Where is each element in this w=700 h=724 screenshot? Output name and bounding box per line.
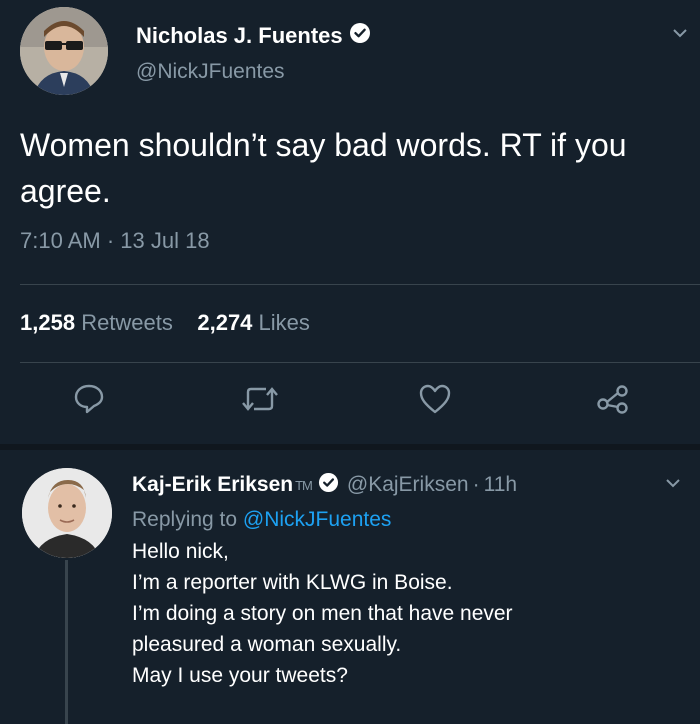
- tweet-timestamp[interactable]: 7:10 AM · 13 Jul 18: [20, 228, 210, 254]
- action-bar: [0, 382, 700, 426]
- tweet-stats: 1,258 Retweets 2,274 Likes: [20, 310, 310, 336]
- reply-icon[interactable]: [72, 382, 106, 421]
- thread-line: [65, 560, 68, 724]
- chevron-down-icon[interactable]: [672, 26, 688, 44]
- divider: [20, 362, 700, 363]
- reply-line: May I use your tweets?: [132, 664, 348, 687]
- heart-icon[interactable]: [417, 382, 453, 421]
- avatar-photo: [22, 468, 112, 558]
- reply-text: Hello nick, I’m a reporter with KLWG in …: [132, 536, 692, 691]
- reply-age[interactable]: 11h: [484, 473, 517, 497]
- verified-badge-icon: [318, 472, 339, 498]
- dot-separator: ·: [100, 228, 121, 253]
- tweet-text: Women shouldn’t say bad words. RT if you…: [20, 127, 627, 209]
- reply-author-avatar[interactable]: [22, 468, 112, 558]
- verified-badge-icon: [349, 22, 371, 49]
- trademark-mark: TM: [295, 477, 313, 493]
- replying-prefix: Replying to: [132, 508, 238, 531]
- divider: [20, 284, 700, 285]
- likes-count: 2,274: [197, 310, 253, 335]
- reply-author-name[interactable]: Kaj-Erik Eriksen: [132, 473, 293, 497]
- reply-line: I’m doing a story on men that have never: [132, 602, 513, 625]
- reply-line: I’m a reporter with KLWG in Boise.: [132, 571, 453, 594]
- retweets-count: 1,258: [20, 310, 76, 335]
- tweet-date: 13 Jul 18: [120, 228, 210, 253]
- author-handle[interactable]: @NickJFuentes: [136, 60, 285, 84]
- share-icon[interactable]: [594, 382, 632, 421]
- retweet-icon[interactable]: [240, 382, 280, 421]
- reply-line: Hello nick,: [132, 540, 229, 563]
- reply-author-line: Kaj-Erik Eriksen TM @KajEriksen · 11h: [132, 472, 517, 498]
- retweets-label: Retweets: [81, 310, 173, 335]
- likes-label: Likes: [258, 310, 310, 335]
- tweet-time: 7:10 AM: [20, 228, 101, 253]
- likes-stat[interactable]: 2,274 Likes: [197, 310, 310, 335]
- replying-to: Replying to @NickJFuentes: [132, 508, 391, 532]
- reply-line: pleasured a woman sexually.: [132, 633, 402, 656]
- chevron-down-icon[interactable]: [665, 476, 681, 494]
- reply-author-handle[interactable]: @KajEriksen: [347, 473, 469, 497]
- replying-to-link[interactable]: @NickJFuentes: [243, 508, 392, 531]
- main-tweet: Nicholas J. Fuentes @NickJFuentes Women …: [0, 0, 700, 445]
- author-name-line: Nicholas J. Fuentes: [136, 22, 371, 49]
- avatar-photo: [20, 7, 108, 95]
- retweets-stat[interactable]: 1,258 Retweets: [20, 310, 173, 335]
- tweet-separator: [0, 444, 700, 450]
- author-name[interactable]: Nicholas J. Fuentes: [136, 23, 343, 49]
- author-avatar[interactable]: [20, 7, 108, 95]
- dot-separator: ·: [472, 473, 480, 496]
